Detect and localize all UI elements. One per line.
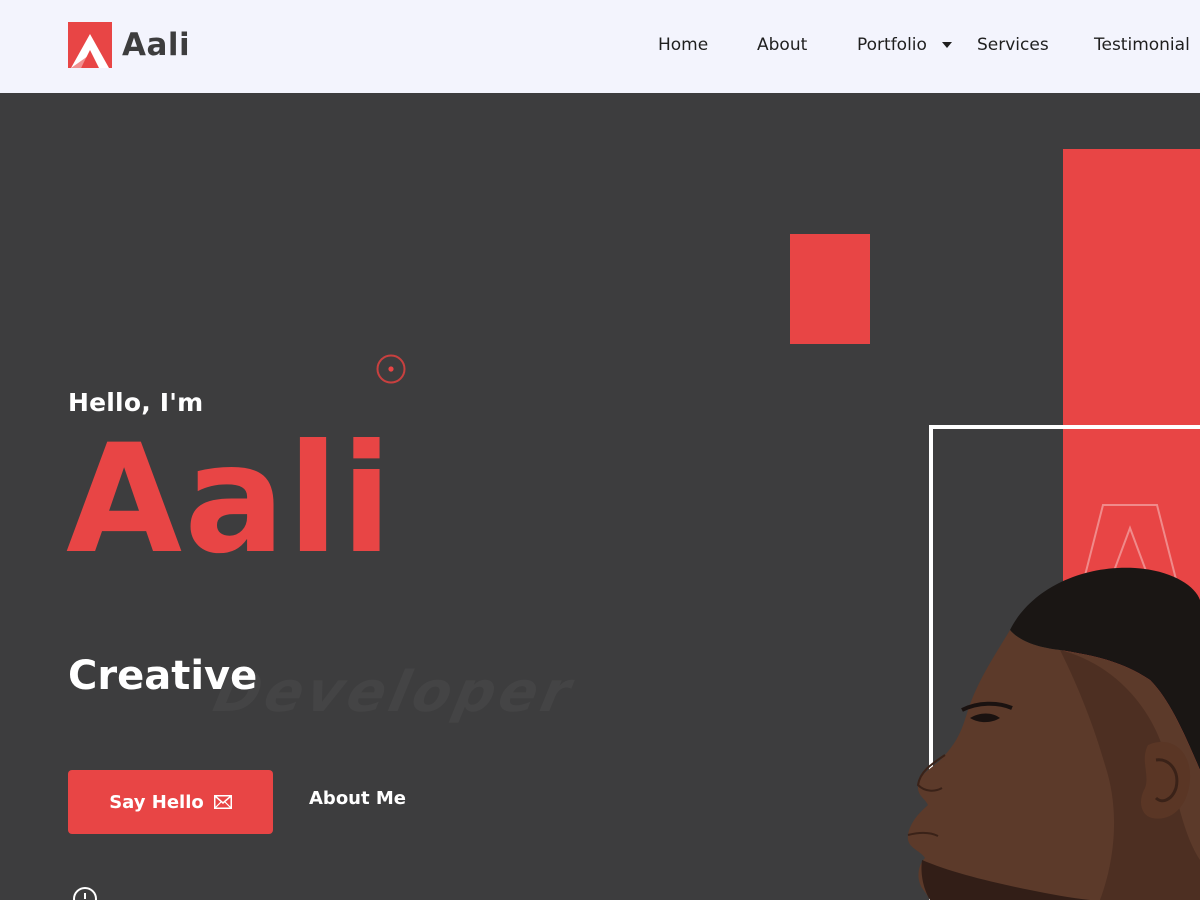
hero-name: Aali bbox=[66, 413, 395, 587]
say-hello-button[interactable]: Say Hello bbox=[68, 770, 273, 834]
scroll-indicator-icon[interactable] bbox=[72, 886, 98, 900]
target-circle-icon bbox=[376, 354, 406, 384]
nav-about[interactable]: About bbox=[757, 33, 807, 57]
caret-down-icon[interactable] bbox=[940, 33, 954, 57]
nav-testimonial[interactable]: Testimonial bbox=[1094, 33, 1190, 57]
about-me-link[interactable]: About Me bbox=[309, 788, 406, 809]
hero-portrait-image bbox=[907, 567, 1200, 900]
nav-portfolio[interactable]: Portfolio bbox=[857, 33, 927, 57]
hero-role: Creative bbox=[68, 653, 258, 699]
site-header: Aali Home About Portfolio Services Testi… bbox=[0, 0, 1200, 93]
main-nav: Home About Portfolio Services Testimonia… bbox=[0, 33, 1200, 59]
decorative-red-block bbox=[790, 234, 870, 344]
nav-services[interactable]: Services bbox=[977, 33, 1049, 57]
say-hello-label: Say Hello bbox=[109, 791, 204, 813]
envelope-icon bbox=[213, 795, 232, 809]
nav-home[interactable]: Home bbox=[658, 33, 708, 57]
hero-ghost-word: Developer bbox=[208, 660, 581, 725]
